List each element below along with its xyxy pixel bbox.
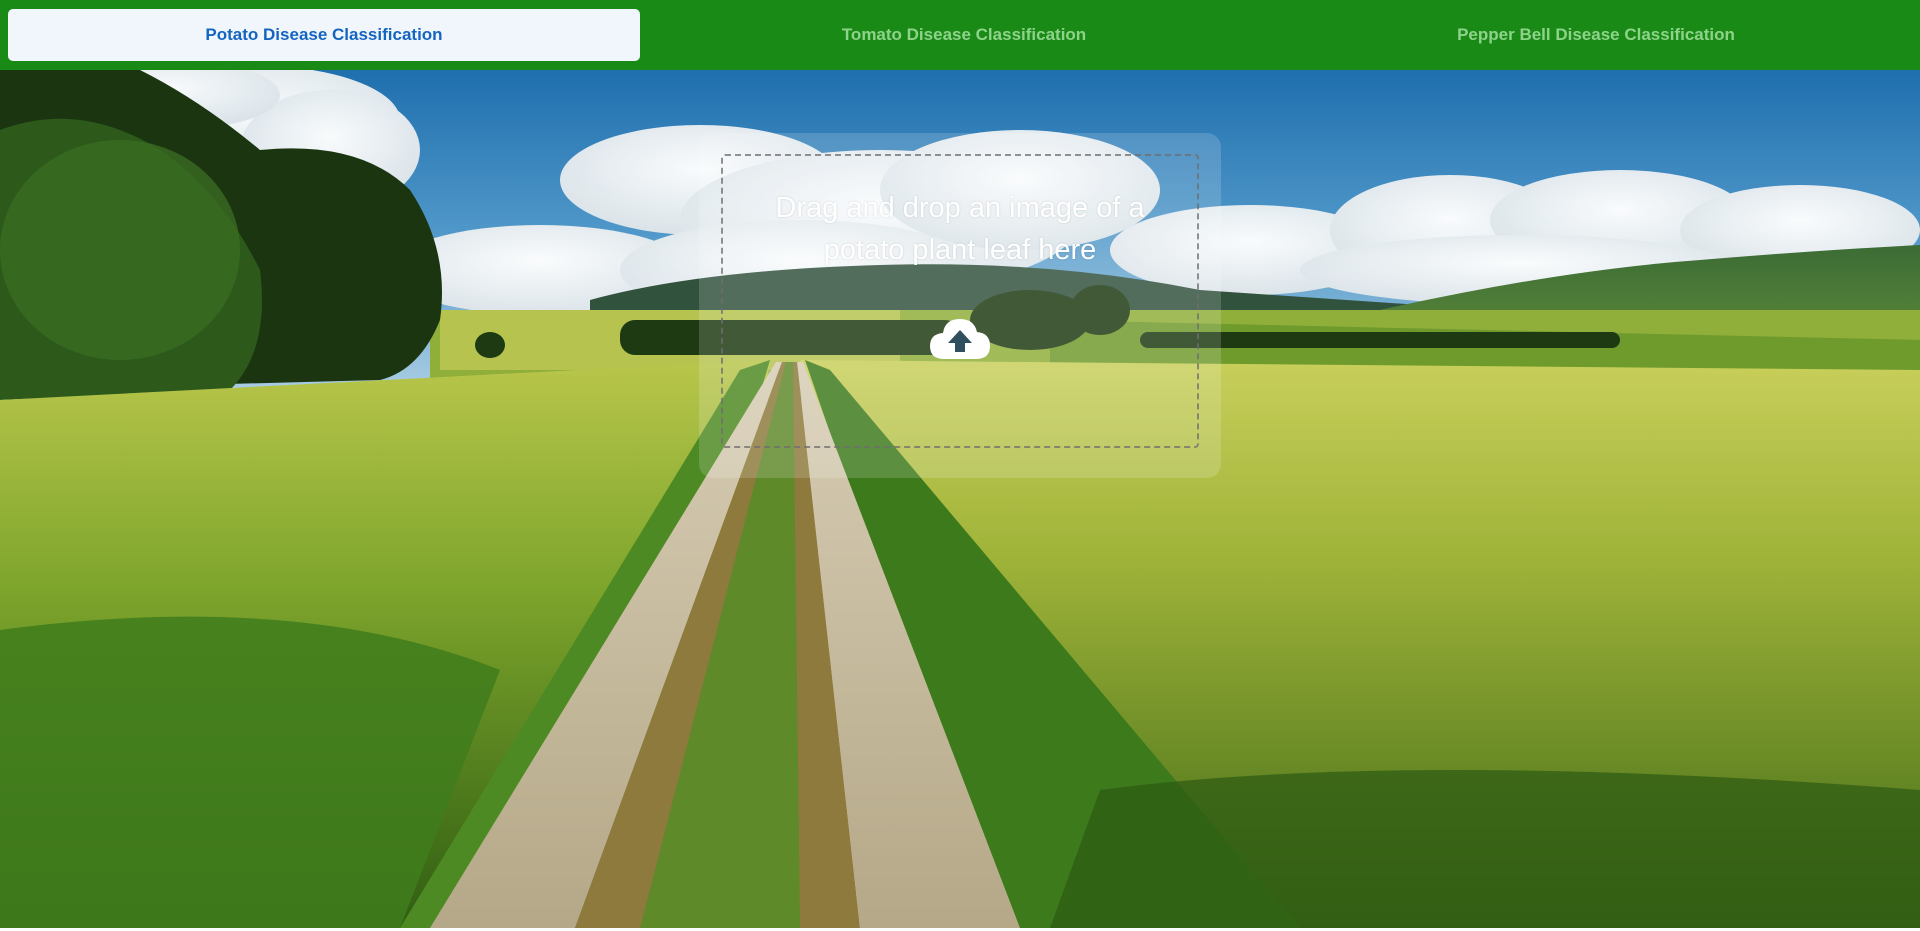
cloud-upload-icon[interactable]	[926, 313, 994, 361]
image-dropzone[interactable]: Drag and drop an image of a potato plant…	[699, 133, 1221, 478]
tab-tomato[interactable]: Tomato Disease Classification	[648, 9, 1280, 61]
tab-potato[interactable]: Potato Disease Classification	[8, 9, 640, 61]
dropzone-prompt: Drag and drop an image of a potato plant…	[775, 192, 1145, 266]
tab-pepper-bell[interactable]: Pepper Bell Disease Classification	[1280, 9, 1912, 61]
tab-bar: Potato Disease Classification Tomato Dis…	[0, 0, 1920, 70]
